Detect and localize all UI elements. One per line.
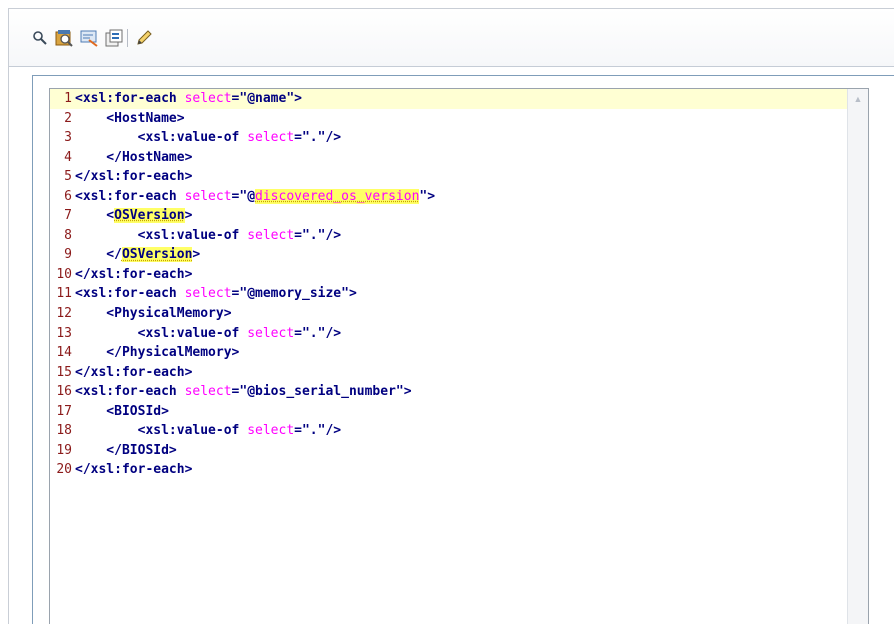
code-token: </xsl:for-each> (75, 266, 193, 282)
code-token: ="."/> (294, 423, 342, 439)
code-token: </xsl:for-each> (75, 169, 193, 185)
code-token: select (184, 384, 232, 400)
code-token: "> (419, 188, 436, 204)
line-number: 5 (64, 169, 72, 185)
line-number: 13 (56, 325, 72, 341)
code-token: > (184, 208, 193, 224)
code-line[interactable]: 11 <xsl:for-each select="@memory_size"> (50, 284, 848, 304)
code-token: ="@memory_size"> (231, 286, 357, 302)
code-line[interactable]: 12 <PhysicalMemory> (50, 304, 848, 324)
code-token: <HostName> (75, 110, 185, 126)
code-line[interactable]: 15 </xsl:for-each> (50, 363, 848, 383)
code-token: select (247, 325, 295, 341)
code-token: <xsl:value-of (75, 423, 248, 439)
code-token: < (75, 208, 115, 224)
code-line[interactable]: 3 <xsl:value-of select="."/> (50, 128, 848, 148)
toolbar-separator (127, 29, 128, 47)
code-token: OSVersion (121, 247, 193, 263)
code-token: ="@bios_serial_number"> (231, 384, 412, 400)
code-line[interactable]: 6 <xsl:for-each select="@discovered_os_ve… (50, 187, 848, 207)
code-token: ="."/> (294, 130, 342, 146)
code-area[interactable]: 1 <xsl:for-each select="@name"> 2 <HostNam… (50, 89, 848, 480)
code-token: ="."/> (294, 227, 342, 243)
code-line[interactable]: 7 <OSVersion> (50, 206, 848, 226)
code-line[interactable]: 1 <xsl:for-each select="@name"> (50, 89, 848, 109)
code-token: <xsl:for-each (75, 188, 185, 204)
search-icon[interactable] (29, 27, 51, 49)
vertical-scrollbar[interactable]: ▲ (847, 89, 868, 624)
code-token: select (184, 91, 232, 106)
code-token: </xsl:for-each> (75, 462, 193, 478)
code-line[interactable]: 10 </xsl:for-each> (50, 265, 848, 285)
code-token: </BIOSId> (75, 442, 177, 458)
code-line[interactable]: 14 </PhysicalMemory> (50, 343, 848, 363)
code-token: ="@name"> (231, 91, 302, 106)
code-line[interactable]: 17 <BIOSId> (50, 402, 848, 422)
line-number: 16 (56, 384, 72, 400)
line-number: 14 (56, 345, 72, 361)
line-number: 9 (64, 247, 72, 263)
line-number: 17 (56, 403, 72, 419)
editor-toolbar (9, 9, 894, 67)
line-number: 8 (64, 227, 72, 243)
code-token: <xsl:value-of (75, 325, 248, 341)
scroll-up-arrow-icon[interactable]: ▲ (848, 89, 868, 109)
replace-icon[interactable] (53, 27, 75, 49)
line-number: 20 (56, 462, 72, 478)
code-token: select (247, 423, 295, 439)
code-line[interactable]: 9 </OSVersion> (50, 245, 848, 265)
code-token: select (184, 286, 232, 302)
line-number: 11 (56, 286, 72, 302)
code-token: > (192, 247, 201, 263)
code-token: </HostName> (75, 149, 193, 165)
edit-pencil-icon[interactable] (133, 27, 155, 49)
line-number: 15 (56, 364, 72, 380)
code-token: OSVersion (114, 208, 185, 224)
code-token: discovered_os_version (255, 188, 420, 204)
line-number: 18 (56, 423, 72, 439)
goto-line-icon[interactable] (78, 27, 100, 49)
code-token: </PhysicalMemory> (75, 345, 240, 361)
line-number: 7 (64, 208, 72, 224)
line-number: 4 (64, 149, 72, 165)
code-token: <xsl:for-each (75, 384, 185, 400)
line-number: 2 (64, 110, 72, 126)
code-line[interactable]: 13 <xsl:value-of select="."/> (50, 324, 848, 344)
line-number: 12 (56, 306, 72, 322)
line-number: 19 (56, 442, 72, 458)
code-token: ="."/> (294, 325, 342, 341)
code-line[interactable]: 8 <xsl:value-of select="."/> (50, 226, 848, 246)
code-token: <xsl:for-each (75, 286, 185, 302)
code-line[interactable]: 19 </BIOSId> (50, 441, 848, 461)
code-token: select (247, 130, 295, 146)
code-token: select (184, 188, 232, 204)
code-line[interactable]: 16 <xsl:for-each select="@bios_serial_num… (50, 382, 848, 402)
code-line[interactable]: 2 <HostName> (50, 109, 848, 129)
code-token: </ (75, 247, 122, 263)
code-token: ="@ (231, 188, 256, 204)
code-editor[interactable]: 1 <xsl:for-each select="@name"> 2 <HostNam… (49, 88, 869, 624)
line-number: 3 (64, 130, 72, 146)
code-token: <xsl:value-of (75, 227, 248, 243)
code-token: <PhysicalMemory> (75, 306, 232, 322)
code-token: </xsl:for-each> (75, 364, 193, 380)
code-token: <BIOSId> (75, 403, 169, 419)
properties-icon[interactable] (103, 27, 125, 49)
code-line[interactable]: 20 </xsl:for-each> (50, 460, 848, 480)
code-line[interactable]: 18 <xsl:value-of select="."/> (50, 421, 848, 441)
code-token: select (247, 227, 295, 243)
code-token: <xsl:for-each (75, 91, 185, 106)
line-number: 1 (64, 91, 72, 106)
code-token: <xsl:value-of (75, 130, 248, 146)
code-line[interactable]: 5 </xsl:for-each> (50, 167, 848, 187)
line-number: 10 (56, 266, 72, 282)
code-line[interactable]: 4 </HostName> (50, 148, 848, 168)
line-number: 6 (64, 188, 72, 204)
